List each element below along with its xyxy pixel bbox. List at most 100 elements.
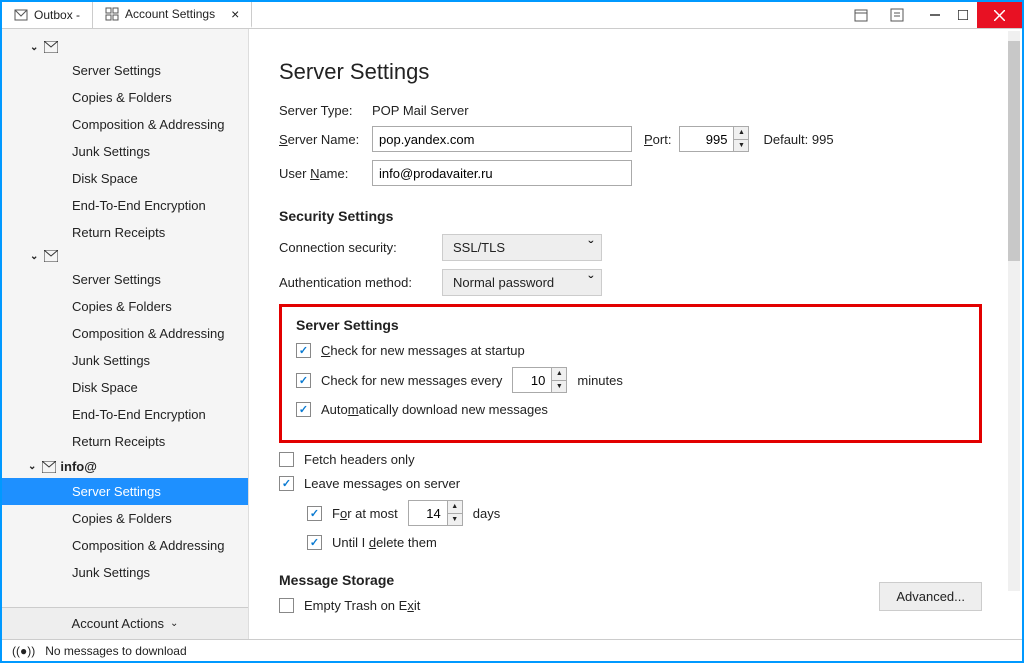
- connection-security-select[interactable]: SSL/TLS: [442, 234, 602, 261]
- mail-icon: [44, 41, 58, 53]
- fetch-headers-checkbox[interactable]: [279, 452, 294, 467]
- mail-app-icon: [14, 8, 28, 22]
- check-every-label-post: minutes: [577, 373, 623, 388]
- check-startup-checkbox[interactable]: [296, 343, 311, 358]
- sidebar-item-disk-space[interactable]: Disk Space: [2, 165, 248, 192]
- server-settings-heading: Server Settings: [296, 317, 965, 333]
- auth-method-label: Authentication method:: [279, 275, 434, 290]
- spinner-down-icon[interactable]: ▼: [734, 140, 748, 152]
- calendar-icon[interactable]: [847, 2, 875, 28]
- port-label: Port:: [644, 132, 671, 147]
- check-startup-label: Check for new messages at startup: [321, 343, 525, 358]
- close-window-button[interactable]: [977, 2, 1022, 28]
- sidebar-item-return-receipts[interactable]: Return Receipts: [2, 219, 248, 246]
- sidebar-item-composition[interactable]: Composition & Addressing: [2, 532, 248, 559]
- activity-icon: ((●)): [12, 644, 35, 658]
- tasks-icon[interactable]: [883, 2, 911, 28]
- statusbar-message: No messages to download: [45, 644, 186, 658]
- spinner-up-icon[interactable]: ▲: [734, 127, 748, 140]
- auto-download-checkbox[interactable]: [296, 402, 311, 417]
- chevron-down-icon: ⌄: [28, 461, 36, 472]
- auto-download-label: Automatically download new messages: [321, 402, 548, 417]
- connection-security-value: SSL/TLS: [453, 240, 505, 255]
- sidebar-item-e2e[interactable]: End-To-End Encryption: [2, 192, 248, 219]
- account-header-info[interactable]: ⌄ info@: [2, 455, 248, 478]
- tab-outbox-label: Outbox -: [34, 8, 80, 22]
- connection-security-label: Connection security:: [279, 240, 434, 255]
- tab-account-settings[interactable]: Account Settings ×: [93, 2, 252, 28]
- for-at-most-spinner[interactable]: ▲▼: [448, 500, 463, 526]
- check-every-label-pre: Check for new messages every: [321, 373, 502, 388]
- for-at-most-checkbox[interactable]: [307, 506, 322, 521]
- content-pane: Server Settings Server Type: POP Mail Se…: [249, 29, 1022, 639]
- sidebar-item-server-settings[interactable]: Server Settings: [2, 266, 248, 293]
- user-name-label: User Name:: [279, 166, 364, 181]
- auth-method-select[interactable]: Normal password: [442, 269, 602, 296]
- for-at-most-input[interactable]: [408, 500, 448, 526]
- titlebar: Outbox - Account Settings ×: [2, 2, 1022, 29]
- default-port-label: Default: 995: [763, 132, 833, 147]
- check-every-spinner[interactable]: ▲▼: [552, 367, 567, 393]
- server-type-value: POP Mail Server: [372, 103, 469, 118]
- settings-tab-icon: [105, 7, 119, 21]
- for-at-most-pre: For at most: [332, 506, 398, 521]
- chevron-down-icon: ⌄: [30, 251, 38, 262]
- scrollbar-thumb[interactable]: [1008, 41, 1020, 261]
- spinner-down-icon[interactable]: ▼: [552, 381, 566, 393]
- advanced-button[interactable]: Advanced...: [879, 582, 982, 611]
- account-header-1[interactable]: ⌄: [2, 37, 248, 57]
- until-delete-label: Until I delete them: [332, 535, 437, 550]
- server-name-label: Server Name:: [279, 132, 364, 147]
- chevron-down-icon: ⌄: [30, 42, 38, 53]
- server-type-label: Server Type:: [279, 103, 364, 118]
- tab-close-icon[interactable]: ×: [231, 6, 239, 22]
- server-settings-highlight: Server Settings Check for new messages a…: [279, 304, 982, 443]
- check-every-checkbox[interactable]: [296, 373, 311, 388]
- security-heading: Security Settings: [279, 208, 982, 224]
- message-storage-heading: Message Storage: [279, 572, 982, 588]
- account-info-label: info@: [60, 459, 97, 474]
- leave-server-checkbox[interactable]: [279, 476, 294, 491]
- sidebar-item-e2e[interactable]: End-To-End Encryption: [2, 401, 248, 428]
- tab-settings-label: Account Settings: [125, 7, 215, 21]
- spinner-down-icon[interactable]: ▼: [448, 514, 462, 526]
- sidebar-item-copies-folders[interactable]: Copies & Folders: [2, 84, 248, 111]
- sidebar-item-junk[interactable]: Junk Settings: [2, 347, 248, 374]
- sidebar-item-return-receipts[interactable]: Return Receipts: [2, 428, 248, 455]
- maximize-button[interactable]: [949, 2, 977, 28]
- mail-icon: [42, 461, 56, 473]
- fetch-headers-label: Fetch headers only: [304, 452, 415, 467]
- sidebar-item-disk-space[interactable]: Disk Space: [2, 374, 248, 401]
- spinner-up-icon[interactable]: ▲: [448, 501, 462, 514]
- sidebar-item-server-settings[interactable]: Server Settings: [2, 57, 248, 84]
- port-spinner[interactable]: ▲▼: [734, 126, 749, 152]
- sidebar-item-copies-folders[interactable]: Copies & Folders: [2, 505, 248, 532]
- empty-trash-label: Empty Trash on Exit: [304, 598, 420, 613]
- sidebar-item-server-settings[interactable]: Server Settings: [2, 478, 248, 505]
- account-actions-label: Account Actions: [72, 616, 165, 631]
- chevron-down-icon: ⌄: [170, 618, 178, 629]
- server-name-input[interactable]: [372, 126, 632, 152]
- sidebar-item-junk[interactable]: Junk Settings: [2, 559, 248, 586]
- for-at-most-post: days: [473, 506, 500, 521]
- page-title: Server Settings: [279, 59, 982, 85]
- empty-trash-checkbox[interactable]: [279, 598, 294, 613]
- until-delete-checkbox[interactable]: [307, 535, 322, 550]
- sidebar-item-composition[interactable]: Composition & Addressing: [2, 320, 248, 347]
- scrollbar[interactable]: [1008, 31, 1020, 591]
- spinner-up-icon[interactable]: ▲: [552, 368, 566, 381]
- minimize-button[interactable]: [921, 2, 949, 28]
- auth-method-value: Normal password: [453, 275, 554, 290]
- sidebar: ⌄ Server Settings Copies & Folders Compo…: [2, 29, 249, 639]
- sidebar-item-copies-folders[interactable]: Copies & Folders: [2, 293, 248, 320]
- user-name-input[interactable]: [372, 160, 632, 186]
- account-actions-button[interactable]: Account Actions ⌄: [2, 607, 248, 639]
- statusbar: ((●)) No messages to download: [2, 639, 1022, 661]
- port-input[interactable]: [679, 126, 734, 152]
- tab-outbox[interactable]: Outbox -: [2, 2, 93, 28]
- sidebar-item-junk[interactable]: Junk Settings: [2, 138, 248, 165]
- account-header-2[interactable]: ⌄: [2, 246, 248, 266]
- check-every-input[interactable]: [512, 367, 552, 393]
- leave-server-label: Leave messages on server: [304, 476, 460, 491]
- sidebar-item-composition[interactable]: Composition & Addressing: [2, 111, 248, 138]
